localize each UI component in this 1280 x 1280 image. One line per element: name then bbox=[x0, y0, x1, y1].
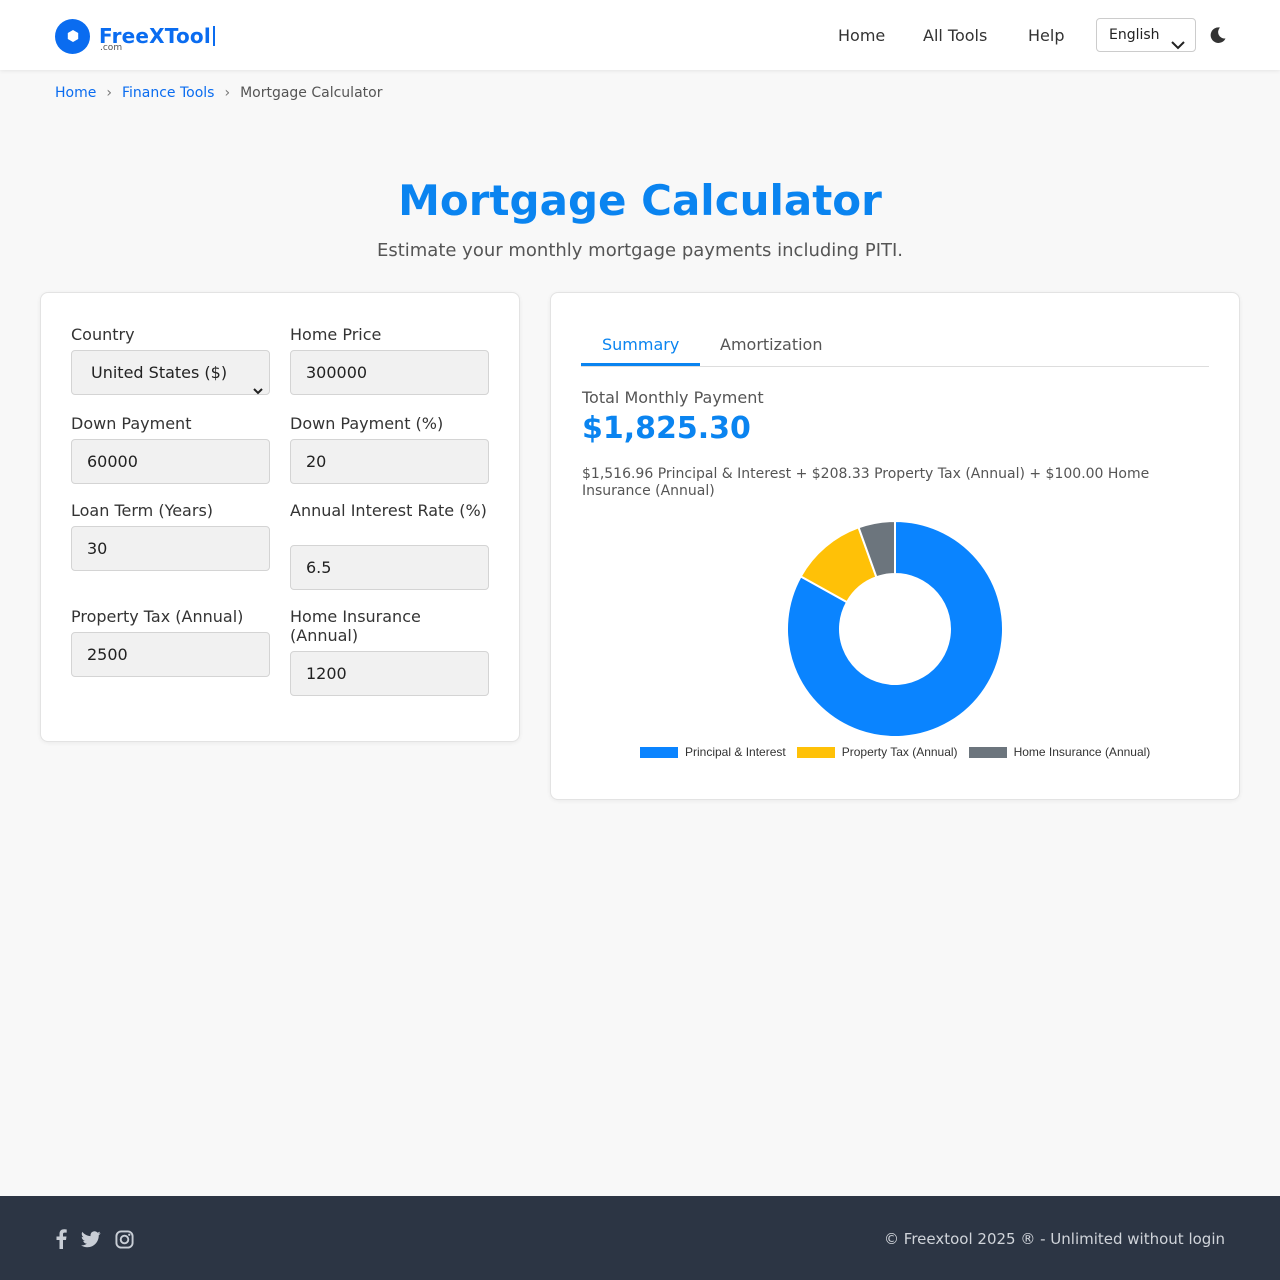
total-payment-label: Total Monthly Payment bbox=[582, 388, 764, 407]
tab-summary[interactable]: Summary bbox=[602, 335, 679, 354]
total-payment-value: $1,825.30 bbox=[582, 411, 751, 446]
copyright-text: © Freextool 2025 ® - Unlimited without l… bbox=[884, 1230, 1225, 1248]
home-insurance-field: Home Insurance (Annual) 1200 bbox=[290, 607, 489, 696]
logo-text: FreeXTool .com bbox=[99, 18, 215, 54]
home-price-label: Home Price bbox=[290, 325, 382, 344]
legend-swatch bbox=[640, 746, 678, 758]
breadcrumb-separator-icon: › bbox=[106, 85, 112, 101]
interest-rate-label: Annual Interest Rate (%) bbox=[290, 501, 487, 520]
interest-rate-input[interactable]: 6.5 bbox=[290, 545, 489, 590]
chart-legend: Principal & Interest Property Tax (Annual… bbox=[640, 745, 1161, 759]
legend-label: Home Insurance (Annual) bbox=[1013, 745, 1151, 759]
home-price-field: Home Price 300000 bbox=[290, 325, 489, 395]
breadcrumb: Home › Finance Tools › Mortgage Calculat… bbox=[55, 85, 382, 101]
country-label: Country bbox=[71, 325, 135, 344]
down-payment-field: Down Payment 60000 bbox=[71, 414, 270, 484]
site-footer: © Freextool 2025 ® - Unlimited without l… bbox=[0, 1196, 1280, 1280]
loan-term-label: Loan Term (Years) bbox=[71, 501, 214, 520]
legend-swatch bbox=[796, 746, 835, 758]
legend-item[interactable]: Property Tax (Annual) bbox=[796, 745, 958, 759]
country-field: Country United States ($) bbox=[71, 325, 270, 395]
nav-home[interactable]: Home bbox=[838, 26, 885, 45]
payment-breakdown: $1,516.96 Principal & Interest + $208.33… bbox=[582, 466, 1150, 499]
dark-mode-icon[interactable] bbox=[1209, 26, 1227, 48]
down-payment-input[interactable]: 60000 bbox=[71, 439, 270, 484]
legend-swatch bbox=[968, 746, 1007, 758]
nav-help[interactable]: Help bbox=[1028, 26, 1064, 45]
breadcrumb-current: Mortgage Calculator bbox=[240, 85, 383, 101]
home-price-input[interactable]: 300000 bbox=[290, 350, 489, 395]
language-select[interactable]: English bbox=[1096, 18, 1196, 52]
language-value: English bbox=[1109, 27, 1160, 43]
legend-item[interactable]: Home Insurance (Annual) bbox=[968, 745, 1151, 759]
social-links bbox=[55, 1229, 148, 1253]
breadcrumb-finance-tools[interactable]: Finance Tools bbox=[122, 85, 215, 101]
active-tab-indicator bbox=[581, 363, 700, 366]
down-payment-pct-field: Down Payment (%) 20 bbox=[290, 414, 489, 484]
down-payment-pct-input[interactable]: 20 bbox=[290, 439, 489, 484]
twitter-icon[interactable] bbox=[81, 1230, 101, 1252]
payment-donut-chart bbox=[786, 520, 1004, 738]
chevron-down-icon bbox=[253, 368, 263, 411]
tab-amortization[interactable]: Amortization bbox=[720, 335, 822, 354]
home-insurance-label: Home Insurance (Annual) bbox=[290, 607, 421, 645]
page-subtitle: Estimate your monthly mortgage payments … bbox=[376, 240, 904, 261]
loan-term-field: Loan Term (Years) 30 bbox=[71, 501, 270, 571]
results-panel: Summary Amortization Total Monthly Payme… bbox=[550, 292, 1240, 800]
logo-icon bbox=[55, 18, 90, 54]
site-header: FreeXTool .com Home All Tools Help Engli… bbox=[0, 0, 1280, 70]
property-tax-input[interactable]: 2500 bbox=[71, 632, 270, 677]
breadcrumb-home[interactable]: Home bbox=[55, 85, 96, 101]
legend-item[interactable]: Principal & Interest bbox=[640, 745, 786, 759]
legend-label: Property Tax (Annual) bbox=[841, 745, 958, 759]
calculator-form: Country United States ($) Home Price 300… bbox=[40, 292, 520, 742]
logo[interactable]: FreeXTool .com bbox=[55, 18, 215, 54]
loan-term-input[interactable]: 30 bbox=[71, 526, 270, 571]
interest-rate-field: Annual Interest Rate (%) 6.5 bbox=[290, 501, 489, 590]
breadcrumb-separator-icon: › bbox=[224, 85, 231, 101]
down-payment-label: Down Payment bbox=[71, 414, 192, 433]
legend-label: Principal & Interest bbox=[685, 745, 786, 759]
chevron-down-icon bbox=[1171, 30, 1185, 62]
country-value: United States ($) bbox=[91, 363, 228, 382]
property-tax-label: Property Tax (Annual) bbox=[71, 607, 244, 626]
country-select[interactable]: United States ($) bbox=[71, 350, 270, 395]
result-tabs: Summary Amortization bbox=[581, 325, 1209, 367]
facebook-icon[interactable] bbox=[55, 1229, 67, 1253]
home-insurance-input[interactable]: 1200 bbox=[290, 651, 489, 696]
property-tax-field: Property Tax (Annual) 2500 bbox=[71, 607, 270, 677]
page-title: Mortgage Calculator bbox=[398, 176, 882, 225]
down-payment-pct-label: Down Payment (%) bbox=[290, 414, 444, 433]
instagram-icon[interactable] bbox=[115, 1229, 134, 1253]
logo-suffix: .com bbox=[100, 43, 123, 53]
nav-all-tools[interactable]: All Tools bbox=[923, 26, 987, 45]
